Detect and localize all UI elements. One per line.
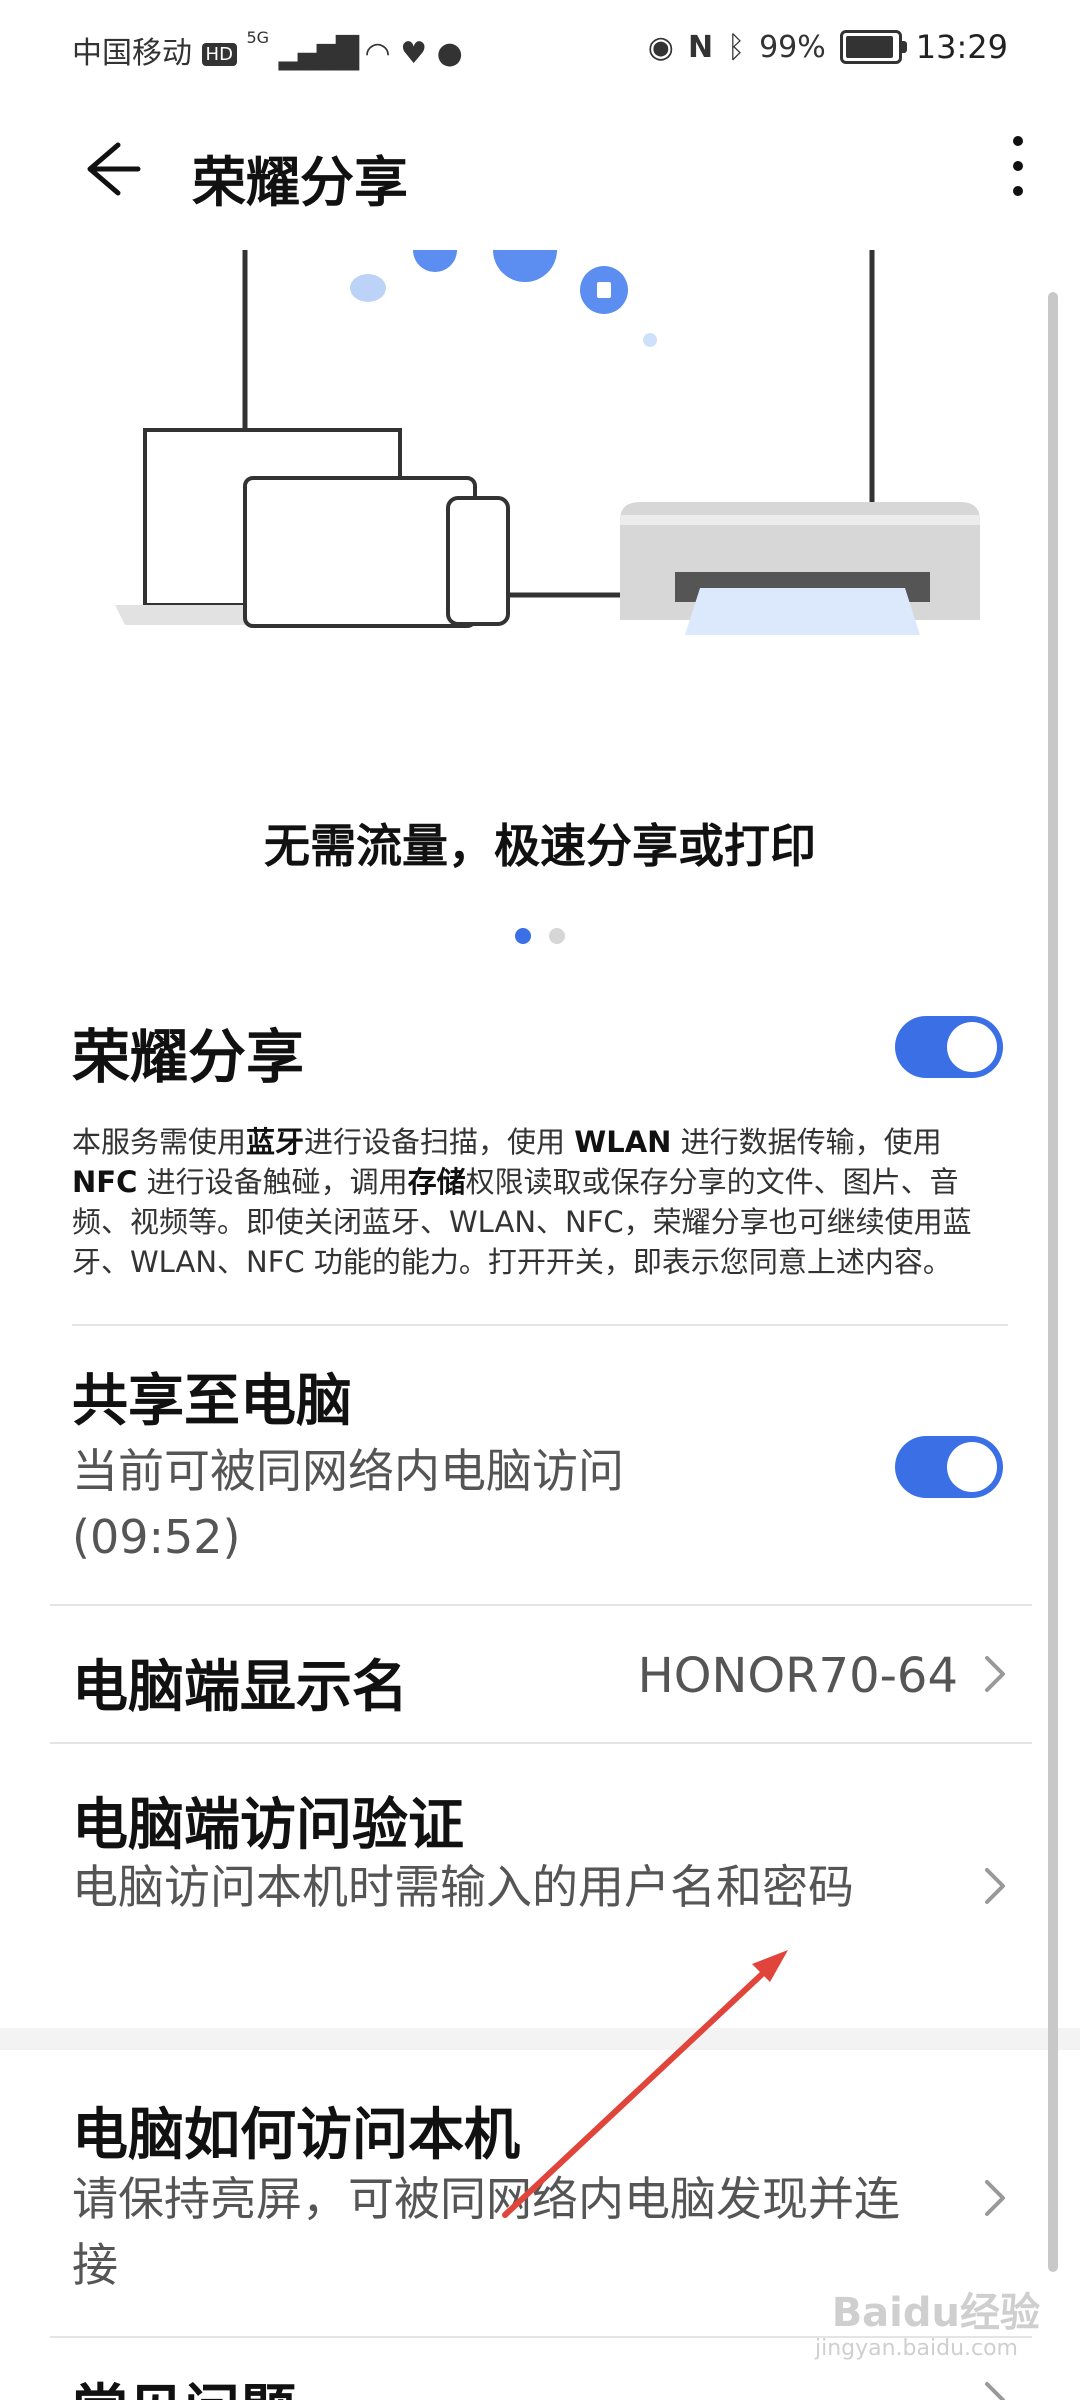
bubble-decor <box>350 274 386 302</box>
toggle-knob <box>947 1442 997 1492</box>
status-right: ◉ N ᛒ 99% 13:29 <box>648 28 1008 66</box>
carrier-name: 中国移动 HD 5G ▂▄▆█ ◠ ♥ ● <box>72 28 463 72</box>
description-text: 进行设备触碰，调用 <box>137 1165 408 1199</box>
tablet-shape <box>243 476 477 628</box>
music-bubble-icon <box>413 250 457 272</box>
signal-icon: ▂▄▆█ <box>278 36 359 71</box>
banner-slogan: 无需流量，极速分享或打印 <box>264 819 816 873</box>
nfc-icon: N <box>687 29 714 65</box>
description-keyword: WLAN <box>574 1125 672 1159</box>
honor-share-title: 荣耀分享 <box>72 1023 305 1091</box>
link-bubble-icon <box>493 250 557 282</box>
pc-how-access-subtitle: 请保持亮屏，可被同网络内电脑发现并连接 <box>72 2172 900 2292</box>
battery-icon <box>839 30 907 64</box>
chevron-right-icon <box>985 1868 1005 1904</box>
more-options-button[interactable] <box>978 126 1058 206</box>
printer-shape <box>620 502 980 635</box>
share-to-pc-subtitle: 当前可被同网络内电脑访问(09:52) <box>72 1444 624 1564</box>
hd-badge: HD <box>201 43 237 66</box>
share-illustration <box>115 250 980 635</box>
page-indicator <box>0 926 1080 946</box>
carrier-label: 中国移动 <box>72 36 192 71</box>
pc-how-access-title: 电脑如何访问本机 <box>72 2103 520 2168</box>
pc-display-name-value: HONOR70-64 <box>637 1648 958 1704</box>
5g-badge: 5G <box>246 28 270 47</box>
eye-icon: ◉ <box>647 29 674 65</box>
scrollbar[interactable] <box>1048 292 1058 2272</box>
bluetooth-icon: ᛒ <box>727 29 746 65</box>
baidu-watermark-url: jingyan.baidu.com <box>814 2336 1018 2361</box>
back-button[interactable] <box>60 134 160 204</box>
toggle-knob <box>947 1022 997 1072</box>
share-to-pc-toggle[interactable] <box>895 1436 1003 1498</box>
clock: 13:29 <box>915 28 1008 66</box>
honor-share-description: 本服务需使用蓝牙进行设备扫描，使用 WLAN 进行数据传输，使用 NFC 进行设… <box>72 1122 1012 1282</box>
pc-display-name-row[interactable]: 电脑端显示名 HONOR70-64 <box>0 1606 1080 1742</box>
description-text: 进行数据传输，使用 <box>671 1125 942 1159</box>
faq-title: 常见问题 <box>72 2366 296 2400</box>
pc-access-verify-row[interactable]: 电脑端访问验证 电脑访问本机时需输入的用户名和密码 <box>0 1744 1080 2028</box>
pc-access-verify-subtitle: 电脑访问本机时需输入的用户名和密码 <box>72 1860 854 1914</box>
chevron-right-icon <box>985 2382 1005 2400</box>
share-to-pc-title: 共享至电脑 <box>72 1369 352 1434</box>
page-dot-active[interactable] <box>515 928 531 944</box>
share-to-pc-row[interactable]: 共享至电脑 当前可被同网络内电脑访问(09:52) <box>0 1326 1080 1604</box>
app-bar: 荣耀分享 <box>0 104 1080 234</box>
wechat-icon: ● <box>436 36 463 71</box>
page-dot[interactable] <box>549 928 565 944</box>
page-title: 荣耀分享 <box>192 151 408 214</box>
battery-percent: 99% <box>759 29 826 65</box>
chevron-right-icon <box>985 1656 1005 1692</box>
baidu-watermark: Baidu经验 <box>831 2290 1040 2336</box>
arrow-left-icon <box>87 142 141 196</box>
status-bar: 中国移动 HD 5G ▂▄▆█ ◠ ♥ ● ◉ N ᛒ 99% 13:29 <box>0 0 1080 104</box>
description-keyword: NFC <box>72 1165 138 1199</box>
pc-display-name-title: 电脑端显示名 <box>72 1655 408 1720</box>
wifi-icon: ◠ <box>364 36 391 71</box>
description-keyword: 存储 <box>407 1165 466 1199</box>
chevron-right-icon <box>985 2180 1005 2216</box>
description-text: 本服务需使用 <box>72 1125 247 1159</box>
phone-shape <box>446 496 510 626</box>
description-keyword: 蓝牙 <box>246 1125 305 1159</box>
section-gap <box>0 2028 1080 2050</box>
honor-share-toggle[interactable] <box>895 1016 1003 1078</box>
pc-access-verify-title: 电脑端访问验证 <box>72 1793 464 1858</box>
description-text: 进行设备扫描，使用 <box>304 1125 575 1159</box>
health-icon: ♥ <box>400 36 428 71</box>
more-vert-icon <box>1013 136 1023 196</box>
